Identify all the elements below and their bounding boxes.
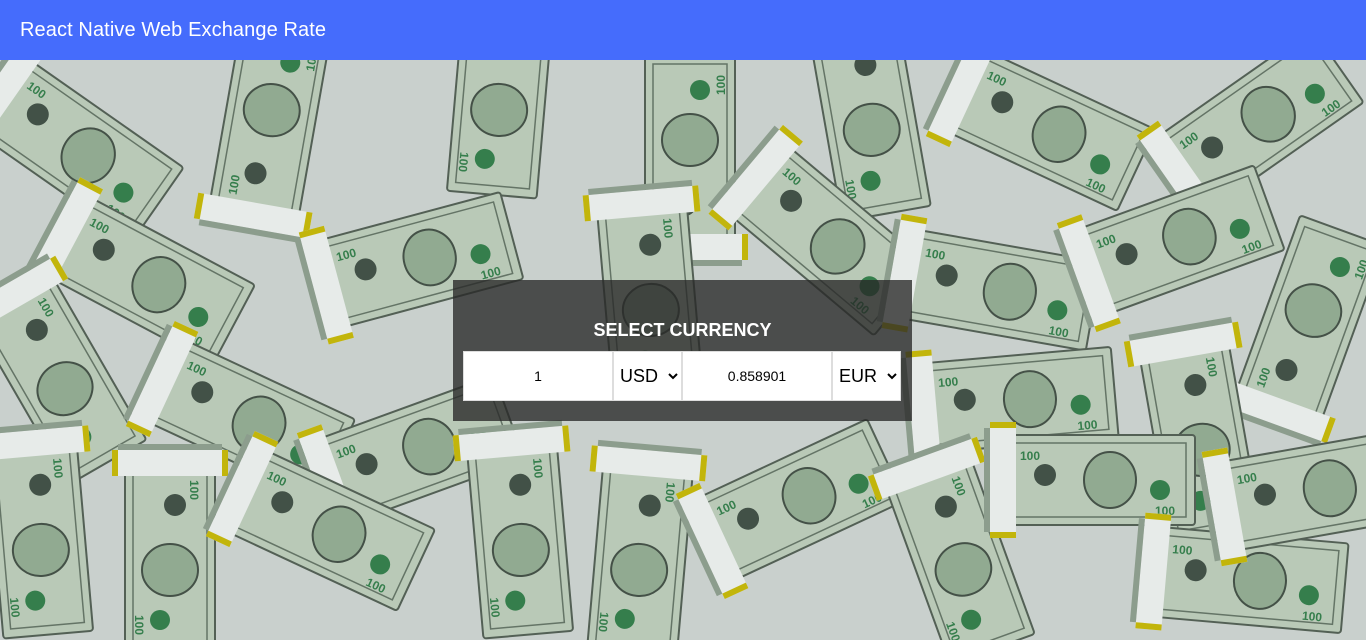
app-header: React Native Web Exchange Rate (0, 0, 1366, 60)
to-currency-select[interactable]: EUR (832, 351, 901, 401)
from-currency-select[interactable]: USD (613, 351, 682, 401)
app-title: React Native Web Exchange Rate (20, 18, 327, 41)
from-amount-input[interactable] (463, 351, 613, 401)
to-amount-input[interactable] (682, 351, 832, 401)
page: React Native Web Exchange Rate 100 100 (0, 0, 1366, 640)
currency-converter-panel: SELECT CURRENCY USD EUR (453, 280, 912, 421)
converter-row: USD EUR (463, 351, 901, 401)
converter-title: SELECT CURRENCY (593, 320, 772, 340)
